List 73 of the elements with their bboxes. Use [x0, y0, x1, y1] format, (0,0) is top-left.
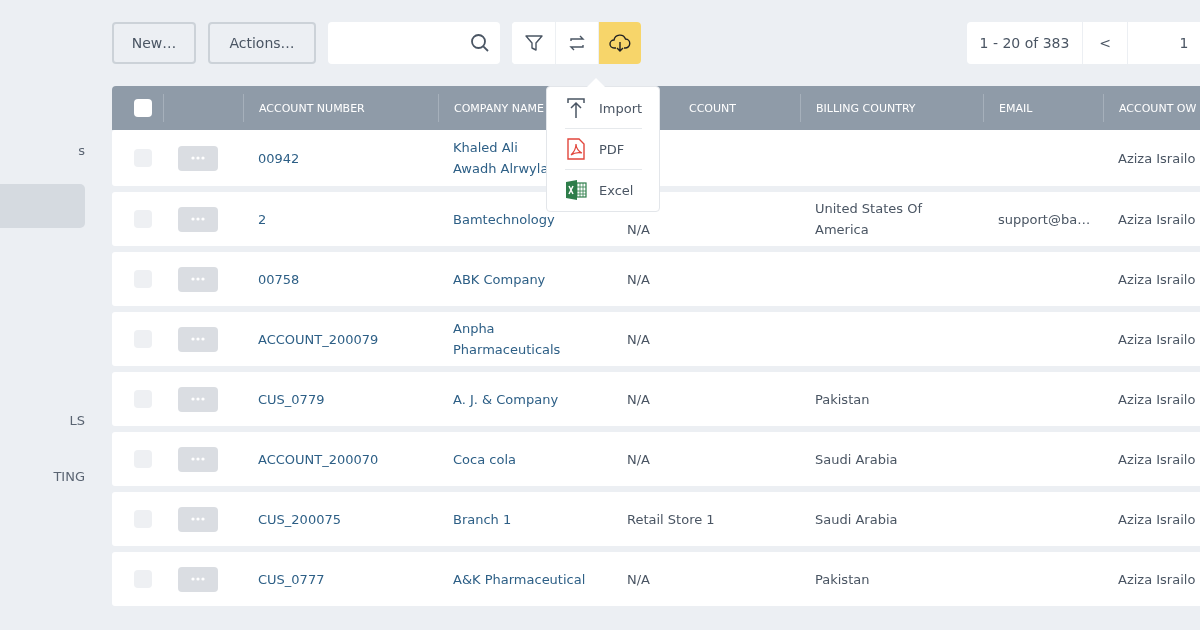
- table-cell-text: Aziza Israilo: [1118, 390, 1197, 409]
- table-link[interactable]: 00942: [258, 147, 308, 169]
- table-link[interactable]: Bamtechnology: [453, 208, 563, 230]
- more-icon: [191, 397, 205, 401]
- more-button[interactable]: [178, 446, 218, 472]
- download-button[interactable]: [598, 22, 641, 64]
- swap-icon: [568, 34, 586, 52]
- table-link[interactable]: Coca cola: [453, 448, 524, 470]
- table-cell-text: Aziza Israilo: [1118, 510, 1197, 529]
- more-icon: [191, 156, 205, 160]
- more-icon: [191, 577, 205, 581]
- search-icon: [470, 33, 490, 53]
- actions-button[interactable]: Actions…: [208, 22, 316, 64]
- table-link[interactable]: 00758: [258, 268, 308, 290]
- table-link[interactable]: A&K Pharmaceutical: [453, 568, 594, 590]
- more-button[interactable]: [178, 386, 218, 412]
- sidebar-item[interactable]: LS: [0, 411, 85, 431]
- table-cell-text: Aziza Israilo: [1118, 210, 1197, 229]
- more-icon: [191, 337, 205, 341]
- table-cell-text: Aziza Israilo: [1118, 450, 1197, 469]
- table-cell-text: Saudi Arabia: [815, 450, 899, 469]
- page-number[interactable]: 1: [1128, 22, 1200, 64]
- menu-item[interactable]: Excel: [565, 169, 642, 210]
- table-cell-text: Pakistan: [815, 390, 871, 409]
- table-cell-text: N/A: [627, 450, 651, 469]
- new-button[interactable]: New…: [112, 22, 196, 64]
- sidebar-item[interactable]: s: [0, 141, 85, 161]
- spreadsheet-icon: [565, 180, 587, 200]
- more-button[interactable]: [178, 506, 218, 532]
- table-cell-text: support@ba…: [998, 210, 1092, 229]
- menu-item[interactable]: Import: [565, 88, 642, 128]
- table-cell-text: N/A: [627, 390, 651, 409]
- more-button[interactable]: [178, 266, 218, 292]
- table-link[interactable]: ACCOUNT_200079: [258, 328, 387, 350]
- table-link[interactable]: 2: [258, 208, 275, 230]
- more-button[interactable]: [178, 566, 218, 592]
- more-icon: [191, 517, 205, 521]
- table-link[interactable]: ACCOUNT_200070: [258, 448, 387, 470]
- select-all-checkbox[interactable]: [134, 99, 152, 117]
- table-link[interactable]: CUS_0777: [258, 568, 333, 590]
- table-cell-text: Saudi Arabia: [815, 510, 899, 529]
- more-icon: [191, 457, 205, 461]
- search-field[interactable]: [328, 22, 500, 64]
- sidebar-item[interactable]: TING: [0, 467, 85, 487]
- upload-icon: [565, 97, 587, 119]
- table-cell-text: Aziza Israilo: [1118, 570, 1197, 589]
- more-button[interactable]: [178, 326, 218, 352]
- more-button[interactable]: [178, 145, 218, 171]
- more-icon: [191, 277, 205, 281]
- more-button[interactable]: [178, 206, 218, 232]
- table-link[interactable]: Branch 1: [453, 508, 520, 530]
- table-cell-text: Aziza Israilo: [1118, 149, 1197, 168]
- table-cell-text: United States Of America: [815, 200, 924, 239]
- table-link[interactable]: CUS_0779: [258, 388, 333, 410]
- table-link[interactable]: Anpha Pharmaceuticals: [453, 318, 612, 360]
- more-icon: [191, 217, 205, 221]
- table-cell-text: Aziza Israilo: [1118, 330, 1197, 349]
- table-link[interactable]: ABK Company: [453, 268, 554, 290]
- table-cell-text: Pakistan: [815, 570, 871, 589]
- table-cell-text: N/A: [627, 220, 651, 239]
- table-cell-text: N/A: [627, 570, 651, 589]
- page-range: 1 - 20 of 383: [967, 22, 1082, 64]
- table-cell-text: Aziza Israilo: [1118, 270, 1197, 289]
- previous-page-button[interactable]: <: [1083, 22, 1127, 64]
- pdf-file-icon: [565, 138, 587, 160]
- table-cell-text: N/A: [627, 330, 651, 349]
- table-cell-text: N/A: [627, 270, 651, 289]
- table-link[interactable]: CUS_200075: [258, 508, 349, 530]
- menu-item[interactable]: PDF: [565, 128, 642, 169]
- table-cell-text: Retail Store 1: [627, 510, 716, 529]
- table-link[interactable]: A. J. & Company: [453, 388, 567, 410]
- filter-icon: [523, 33, 544, 53]
- cloud-download-icon: [609, 33, 631, 53]
